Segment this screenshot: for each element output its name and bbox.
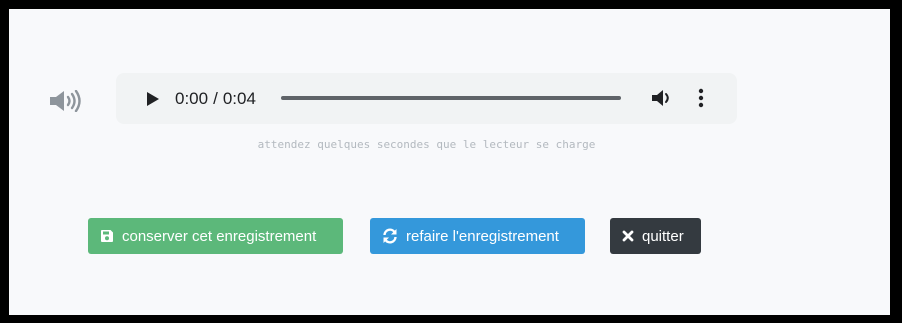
speaker-icon <box>50 90 81 112</box>
progress-bar[interactable] <box>281 96 621 100</box>
volume-icon[interactable] <box>651 89 673 107</box>
duration: 0:04 <box>222 89 256 108</box>
quit-button[interactable]: quitter <box>610 218 701 254</box>
current-time: 0:00 <box>175 89 209 108</box>
redo-button-label: refaire l'enregistrement <box>406 227 559 245</box>
save-icon <box>101 230 113 242</box>
quit-button-label: quitter <box>642 227 684 245</box>
refresh-icon <box>383 228 397 244</box>
redo-recording-button[interactable]: refaire l'enregistrement <box>370 218 585 254</box>
recording-panel: 0:00/0:04 attendez quelques secondes que… <box>9 9 890 315</box>
loading-hint: attendez quelques secondes que le lecteu… <box>257 138 596 151</box>
more-options-icon[interactable] <box>698 88 704 108</box>
save-button-label: conserver cet enregistrement <box>122 227 317 245</box>
save-recording-button[interactable]: conserver cet enregistrement <box>88 218 343 254</box>
audio-player[interactable]: 0:00/0:04 <box>116 73 737 124</box>
time-separator: / <box>213 89 218 108</box>
time-display: 0:00/0:04 <box>175 88 256 110</box>
play-icon[interactable] <box>146 91 160 107</box>
close-icon <box>622 230 634 242</box>
